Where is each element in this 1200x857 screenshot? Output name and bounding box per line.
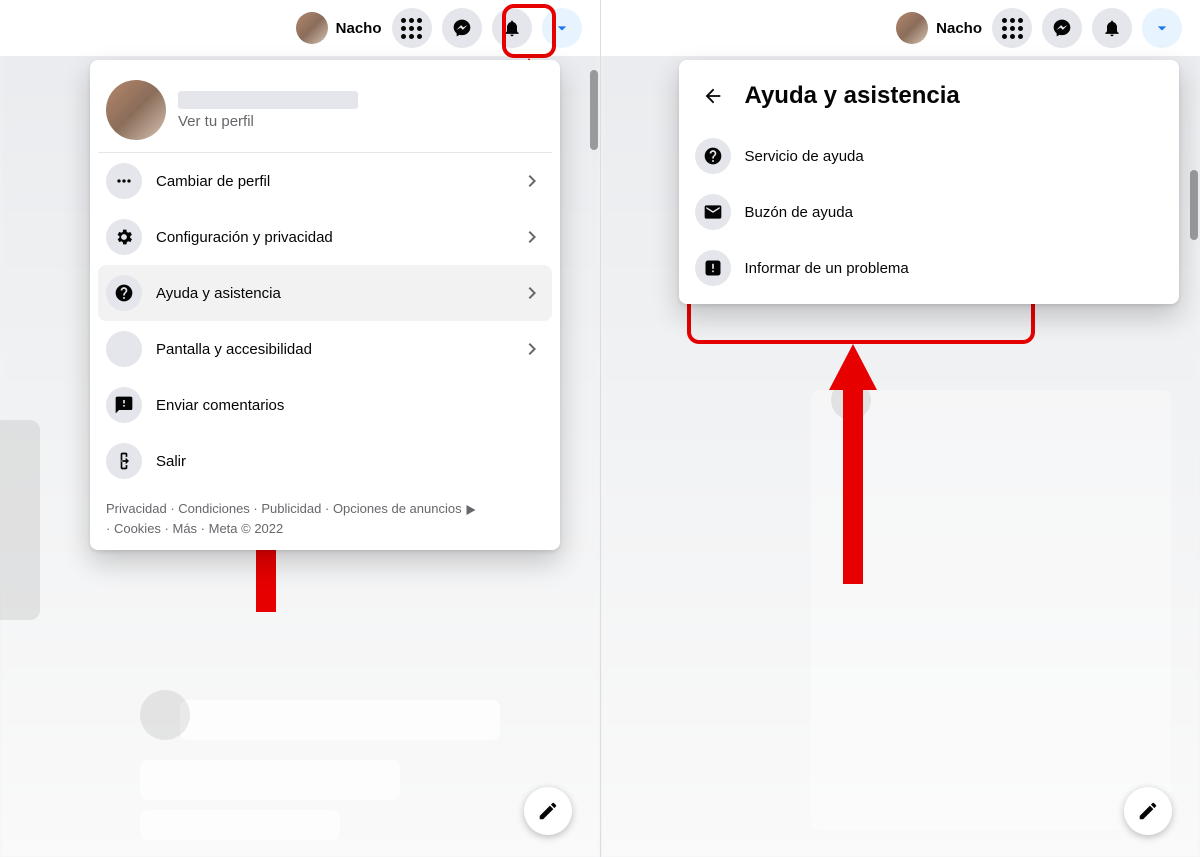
avatar-icon [296,12,328,44]
menu-label: Salir [156,453,544,470]
footer-link[interactable]: Condiciones [167,501,250,516]
back-button[interactable] [695,78,731,114]
moon-icon [106,331,142,367]
chevron-right-icon [520,169,544,193]
compose-icon [537,800,559,822]
adchoices-icon [465,504,477,516]
grid-icon [401,18,422,39]
menu-label: Cambiar de perfil [156,173,506,190]
menu-help-support[interactable]: Ayuda y asistencia [98,265,552,321]
menu-label: Configuración y privacidad [156,229,506,246]
profile-sublabel: Ver tu perfil [178,113,358,130]
caret-down-icon [1152,18,1172,38]
right-screenshot: Nacho Ayuda y asistencia [600,0,1200,857]
chevron-right-icon [520,225,544,249]
menu-display-accessibility[interactable]: Pantalla y accesibilidad [98,321,552,377]
footer-link[interactable]: Privacidad [106,501,167,516]
messenger-button[interactable] [442,8,482,48]
messenger-button[interactable] [1042,8,1082,48]
help-support-submenu: Ayuda y asistencia Servicio de ayuda Buz… [679,60,1179,304]
menu-grid-button[interactable] [992,8,1032,48]
user-name: Nacho [936,20,982,37]
avatar-icon [106,80,166,140]
compose-button[interactable] [1124,787,1172,835]
menu-label: Servicio de ayuda [745,148,1163,165]
notifications-button[interactable] [1092,8,1132,48]
user-name: Nacho [336,20,382,37]
menu-feedback[interactable]: Enviar comentarios [98,377,552,433]
footer-link[interactable]: Publicidad [250,501,322,516]
compose-icon [1137,800,1159,822]
dropdown-footer: PrivacidadCondicionesPublicidadOpciones … [98,489,552,542]
feedback-icon [106,387,142,423]
submenu-header: Ayuda y asistencia [687,68,1171,128]
report-icon [695,250,731,286]
avatar-icon [896,12,928,44]
menu-label: Ayuda y asistencia [156,285,506,302]
scrollbar-thumb[interactable] [1190,170,1198,240]
submenu-report-problem[interactable]: Informar de un problema [687,240,1171,296]
menu-label: Pantalla y accesibilidad [156,341,506,358]
top-bar: Nacho [0,0,600,56]
profile-row[interactable]: Ver tu perfil [98,68,552,153]
menu-logout[interactable]: Salir [98,433,552,489]
help-icon [106,275,142,311]
profile-name-redacted [178,91,358,109]
bell-icon [502,18,522,38]
top-bar: Nacho [601,0,1200,56]
bell-icon [1102,18,1122,38]
left-screenshot: Nacho [0,0,600,857]
menu-grid-button[interactable] [392,8,432,48]
logout-icon [106,443,142,479]
messenger-icon [452,18,472,38]
arrow-left-icon [702,85,724,107]
scrollbar-thumb[interactable] [590,70,598,150]
menu-label: Informar de un problema [745,260,1163,277]
dots-icon [106,163,142,199]
messenger-icon [1052,18,1072,38]
submenu-title: Ayuda y asistencia [745,82,960,110]
menu-label: Enviar comentarios [156,397,544,414]
chevron-right-icon [520,281,544,305]
footer-link[interactable]: Cookies [106,521,161,536]
submenu-help-center[interactable]: Servicio de ayuda [687,128,1171,184]
compose-button[interactable] [524,787,572,835]
footer-company: Meta © 2022 [197,521,283,536]
help-icon [695,138,731,174]
menu-label: Buzón de ayuda [745,204,1163,221]
user-chip[interactable]: Nacho [296,12,382,44]
user-chip[interactable]: Nacho [896,12,982,44]
account-caret-button[interactable] [542,8,582,48]
menu-switch-profile[interactable]: Cambiar de perfil [98,153,552,209]
grid-icon [1002,18,1023,39]
menu-settings-privacy[interactable]: Configuración y privacidad [98,209,552,265]
account-caret-button[interactable] [1142,8,1182,48]
inbox-icon [695,194,731,230]
footer-link[interactable]: Opciones de anuncios [321,501,461,516]
gear-icon [106,219,142,255]
chevron-right-icon [520,337,544,361]
submenu-support-inbox[interactable]: Buzón de ayuda [687,184,1171,240]
footer-link[interactable]: Más [161,521,197,536]
notifications-button[interactable] [492,8,532,48]
account-dropdown: Ver tu perfil Cambiar de perfil Configur… [90,60,560,550]
caret-down-icon [552,18,572,38]
